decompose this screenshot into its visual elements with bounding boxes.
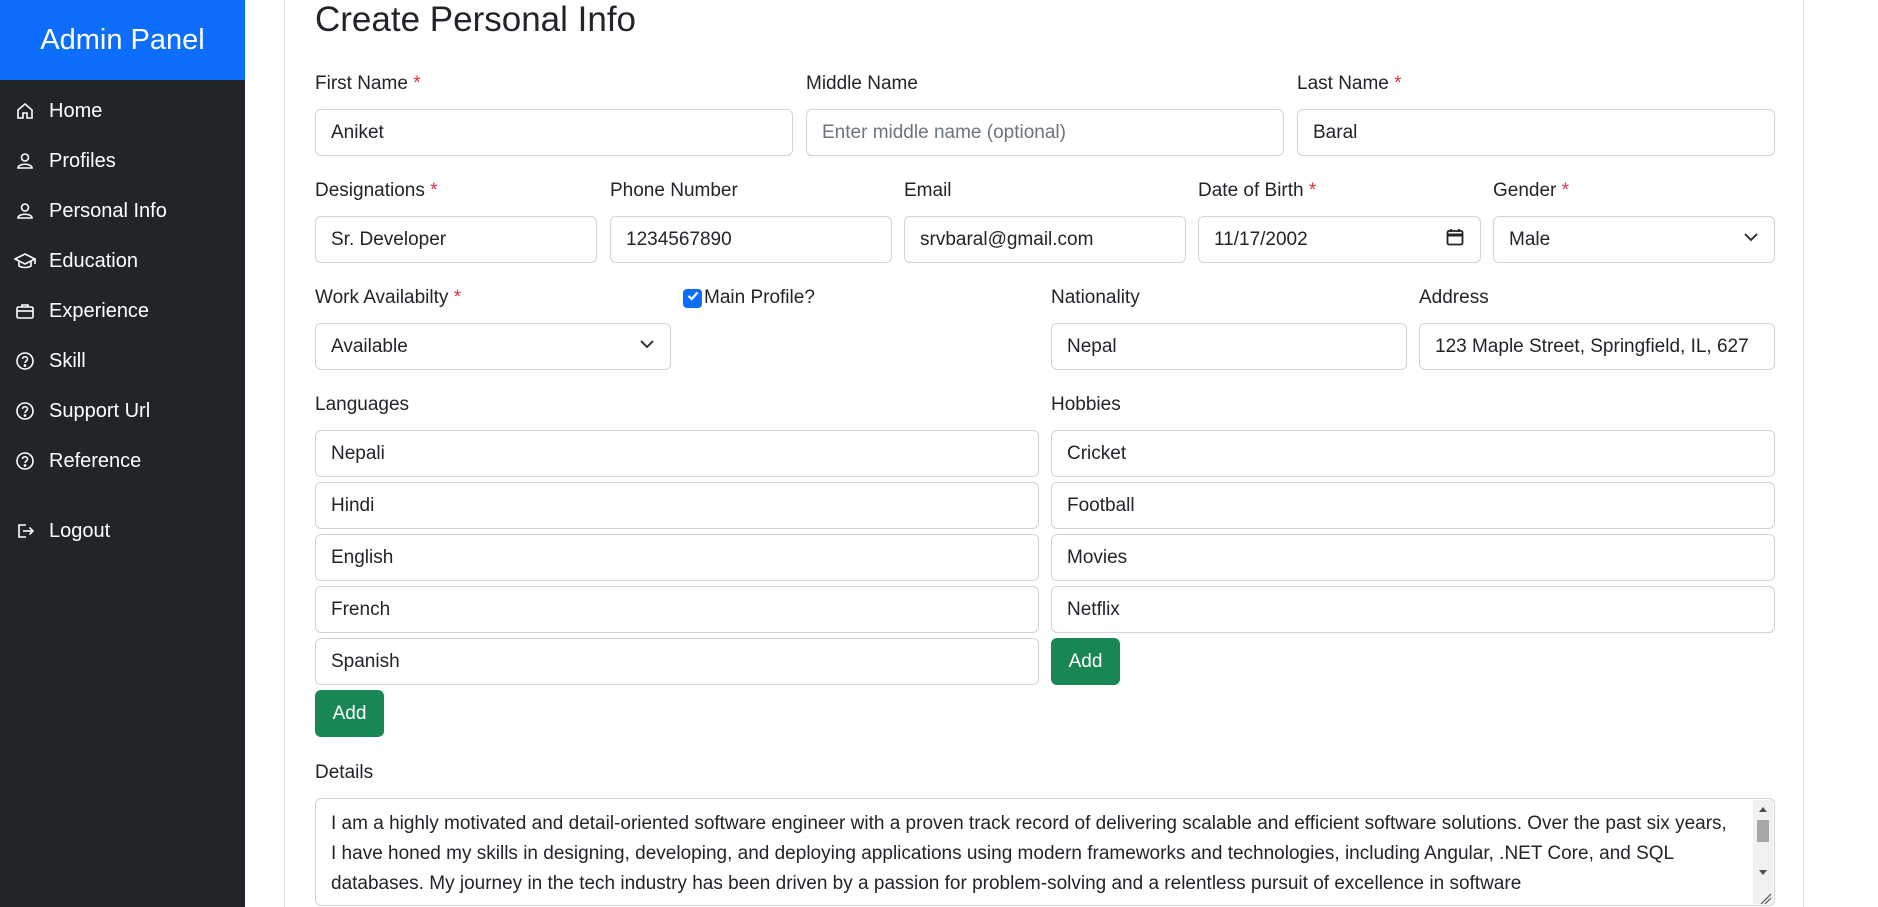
work-availability-value: Available (331, 336, 408, 357)
gender-value: Male (1509, 229, 1551, 250)
designation-label: Designations * (315, 180, 438, 201)
page-title: Create Personal Info (315, 0, 637, 39)
sidebar-item-label: Experience (49, 299, 150, 322)
sidebar-item-label: Personal Info (49, 199, 167, 222)
address-label: Address (1419, 287, 1489, 308)
question-circle-icon (14, 450, 36, 472)
nationality-label: Nationality (1051, 287, 1140, 308)
hobby-input[interactable] (1051, 430, 1775, 477)
sidebar-item-home[interactable]: Home (0, 86, 245, 136)
gender-label: Gender * (1493, 180, 1570, 201)
nationality-input[interactable] (1051, 323, 1407, 370)
sidebar-item-label: Logout (49, 519, 111, 542)
calendar-icon[interactable] (1445, 227, 1465, 253)
first-name-label: First Name * (315, 73, 421, 94)
logout-icon (14, 520, 36, 542)
language-input[interactable] (315, 482, 1039, 529)
work-availability-label: Work Availabilty * (315, 287, 462, 308)
sidebar-item-reference[interactable]: Reference (0, 436, 245, 486)
sidebar-item-label: Profiles (49, 149, 116, 172)
languages-label: Languages (315, 394, 410, 415)
brand-title[interactable]: Admin Panel (0, 0, 245, 80)
dob-input[interactable]: 11/17/2002 (1198, 216, 1481, 263)
scrollbar-track-icon (1757, 807, 1772, 905)
person-icon (14, 150, 36, 172)
middle-name-input[interactable] (806, 109, 1284, 156)
details-scrollbar[interactable] (1753, 800, 1773, 905)
briefcase-icon (14, 300, 36, 322)
gender-select[interactable]: Male (1493, 216, 1775, 263)
chevron-down-icon (639, 336, 655, 358)
sidebar-item-experience[interactable]: Experience (0, 286, 245, 336)
sidebar-item-logout[interactable]: Logout (0, 506, 245, 556)
chevron-down-icon (1743, 229, 1759, 251)
dob-label: Date of Birth * (1198, 180, 1317, 201)
main-profile-label[interactable]: Main Profile? (704, 287, 815, 309)
hobby-input[interactable] (1051, 482, 1775, 529)
language-input[interactable] (315, 586, 1039, 633)
graduation-cap-icon (14, 250, 36, 272)
designation-input[interactable] (315, 216, 597, 263)
email-label: Email (904, 180, 952, 201)
phone-label: Phone Number (610, 180, 738, 201)
hobby-input[interactable] (1051, 534, 1775, 581)
language-input[interactable] (315, 430, 1039, 477)
details-label: Details (315, 762, 374, 783)
first-name-input[interactable] (315, 109, 793, 156)
sidebar-item-profiles[interactable]: Profiles (0, 136, 245, 186)
sidebar-item-label: Home (49, 99, 103, 122)
address-input[interactable] (1419, 323, 1775, 370)
details-text: I am a highly motivated and detail-orien… (331, 813, 1727, 894)
email-input[interactable] (904, 216, 1186, 263)
sidebar-item-personal-info[interactable]: Personal Info (0, 186, 245, 236)
sidebar-item-label: Reference (49, 449, 142, 472)
language-input[interactable] (315, 638, 1039, 685)
add-hobby-button[interactable]: Add (1051, 638, 1120, 685)
person-icon (14, 200, 36, 222)
home-icon (14, 100, 36, 122)
question-circle-icon (14, 400, 36, 422)
middle-name-label: Middle Name (806, 73, 918, 94)
checkmark-icon (686, 289, 700, 308)
sidebar-item-education[interactable]: Education (0, 236, 245, 286)
details-textarea[interactable]: I am a highly motivated and detail-orien… (315, 798, 1775, 906)
main-profile-checkbox[interactable] (683, 289, 702, 308)
hobby-input[interactable] (1051, 586, 1775, 633)
sidebar-item-skill[interactable]: Skill (0, 336, 245, 386)
question-circle-icon (14, 350, 36, 372)
last-name-label: Last Name * (1297, 73, 1402, 94)
sidebar-item-support-url[interactable]: Support Url (0, 386, 245, 436)
sidebar-item-label: Skill (49, 349, 86, 372)
last-name-input[interactable] (1297, 109, 1775, 156)
language-input[interactable] (315, 534, 1039, 581)
sidebar: Admin Panel Home Profiles Personal Info … (0, 0, 245, 907)
work-availability-select[interactable]: Available (315, 323, 671, 370)
hobbies-label: Hobbies (1051, 394, 1121, 415)
dob-value: 11/17/2002 (1214, 229, 1308, 250)
sidebar-nav: Home Profiles Personal Info Education Ex… (0, 80, 245, 556)
sidebar-item-label: Support Url (49, 399, 151, 422)
phone-input[interactable] (610, 216, 892, 263)
sidebar-item-label: Education (49, 249, 138, 272)
main-content: Create Personal Info First Name * Middle… (284, 0, 1804, 907)
add-language-button[interactable]: Add (315, 690, 384, 737)
